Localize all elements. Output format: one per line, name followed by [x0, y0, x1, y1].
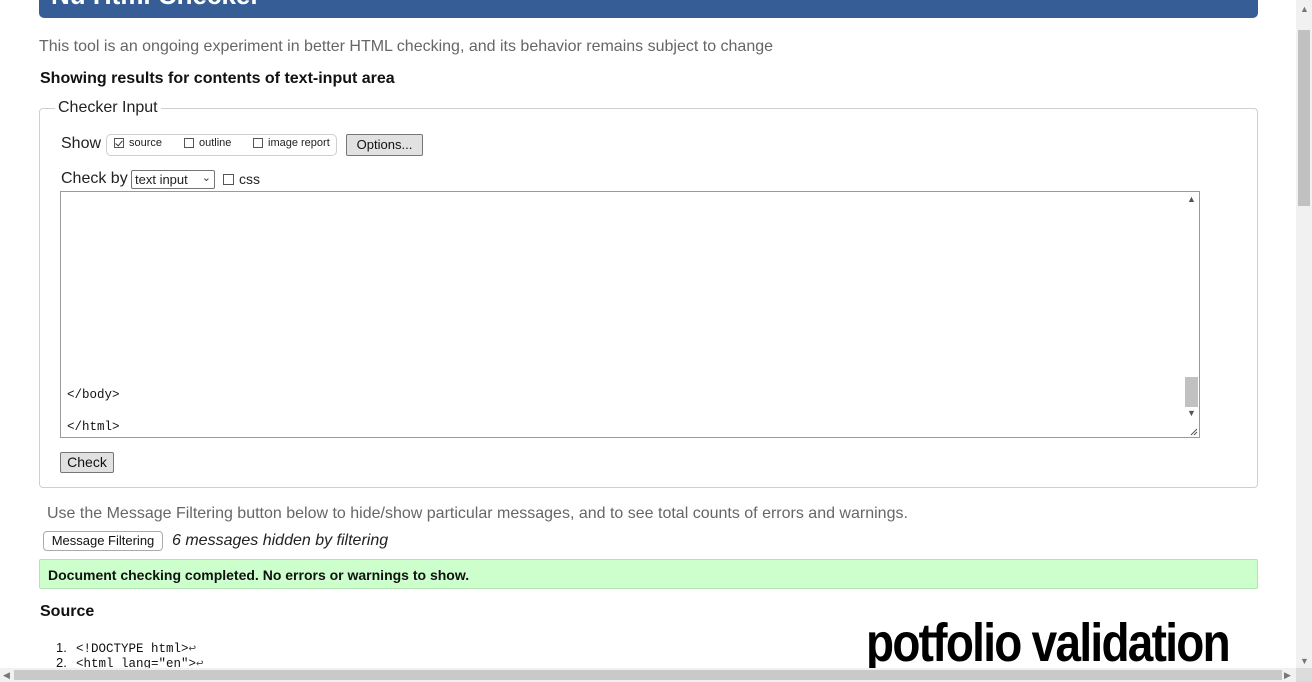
page: Nu Html Checker This tool is an ongoing …: [0, 0, 1296, 668]
check-by-label: Check by: [61, 170, 128, 187]
page-horizontal-scroll-thumb[interactable]: [14, 670, 1282, 680]
show-outline-option[interactable]: outline: [184, 137, 231, 149]
scroll-down-icon[interactable]: ▼: [1187, 408, 1196, 418]
check-button[interactable]: Check: [60, 452, 114, 473]
css-checkbox[interactable]: [223, 173, 234, 185]
scroll-left-icon[interactable]: ◀: [3, 670, 10, 681]
hidden-messages-count: 6 messages hidden by filtering: [172, 532, 389, 549]
line-number: 2.: [56, 655, 67, 668]
source-line: 2. <html lang="en">↩: [56, 655, 204, 668]
header-title: Nu Html Checker: [51, 0, 261, 11]
outline-label: outline: [199, 137, 232, 149]
line-break-icon: ↩: [188, 642, 197, 656]
source-line: 1. <!DOCTYPE html>↩: [56, 640, 204, 656]
scroll-down-icon[interactable]: ▼: [1300, 656, 1309, 666]
outline-checkbox[interactable]: [184, 138, 194, 148]
css-option[interactable]: css: [223, 171, 260, 187]
check-by-select[interactable]: text input ⌄: [131, 170, 215, 189]
image-report-label: image report: [268, 137, 330, 149]
scrollbar-corner: [1296, 668, 1312, 682]
message-filtering-button[interactable]: Message Filtering: [43, 531, 163, 551]
scroll-right-icon[interactable]: ▶: [1284, 670, 1291, 681]
scroll-up-icon[interactable]: ▲: [1187, 194, 1196, 204]
checker-legend: Checker Input: [55, 99, 161, 117]
line-code: <!DOCTYPE html>: [76, 642, 189, 656]
show-source-option[interactable]: source: [114, 137, 162, 149]
site-header: Nu Html Checker: [39, 0, 1258, 18]
options-button[interactable]: Options...: [346, 134, 423, 156]
css-label: css: [239, 171, 260, 187]
line-code: <html lang="en">: [76, 657, 197, 668]
textarea-cut-line: /: [67, 192, 75, 196]
intro-text: This tool is an ongoing experiment in be…: [39, 38, 774, 55]
scroll-up-icon[interactable]: ▲: [1300, 4, 1309, 14]
chevron-down-icon: ⌄: [201, 172, 211, 184]
source-checkbox[interactable]: [114, 138, 124, 148]
source-textarea[interactable]: / </body> </html> ▲ ▼: [60, 191, 1200, 438]
source-heading: Source: [40, 603, 95, 620]
textarea-scroll-thumb[interactable]: [1185, 377, 1198, 407]
show-label: Show: [61, 135, 102, 152]
textarea-scrollbar[interactable]: ▲ ▼: [1184, 192, 1199, 437]
success-message-bar: Document checking completed. No errors o…: [39, 559, 1258, 589]
resize-grip-icon[interactable]: [1190, 428, 1198, 436]
textarea-line: </body>: [67, 388, 120, 402]
check-by-value: text input: [135, 172, 188, 187]
line-number: 1.: [56, 640, 67, 655]
filter-info-text: Use the Message Filtering button below t…: [47, 505, 908, 522]
page-vertical-scrollbar[interactable]: ▲ ▼: [1296, 0, 1312, 668]
show-image-report-option[interactable]: image report: [253, 137, 330, 149]
overlay-caption: potfolio validation: [866, 613, 1231, 668]
show-options-group: source outline image report: [106, 134, 337, 156]
page-horizontal-scrollbar[interactable]: ◀ ▶: [0, 668, 1296, 682]
source-label: source: [129, 137, 163, 149]
image-report-checkbox[interactable]: [253, 138, 263, 148]
textarea-line: </html>: [67, 420, 120, 434]
checker-input-fieldset: Checker Input Show source outline image …: [39, 99, 1258, 488]
page-vertical-scroll-thumb[interactable]: [1298, 30, 1310, 206]
source-listing: 1. <!DOCTYPE html>↩ 2. <html lang="en">↩: [56, 640, 204, 668]
line-break-icon: ↩: [196, 657, 204, 668]
results-heading: Showing results for contents of text-inp…: [40, 70, 395, 87]
success-message: Document checking completed. No errors o…: [48, 567, 470, 583]
